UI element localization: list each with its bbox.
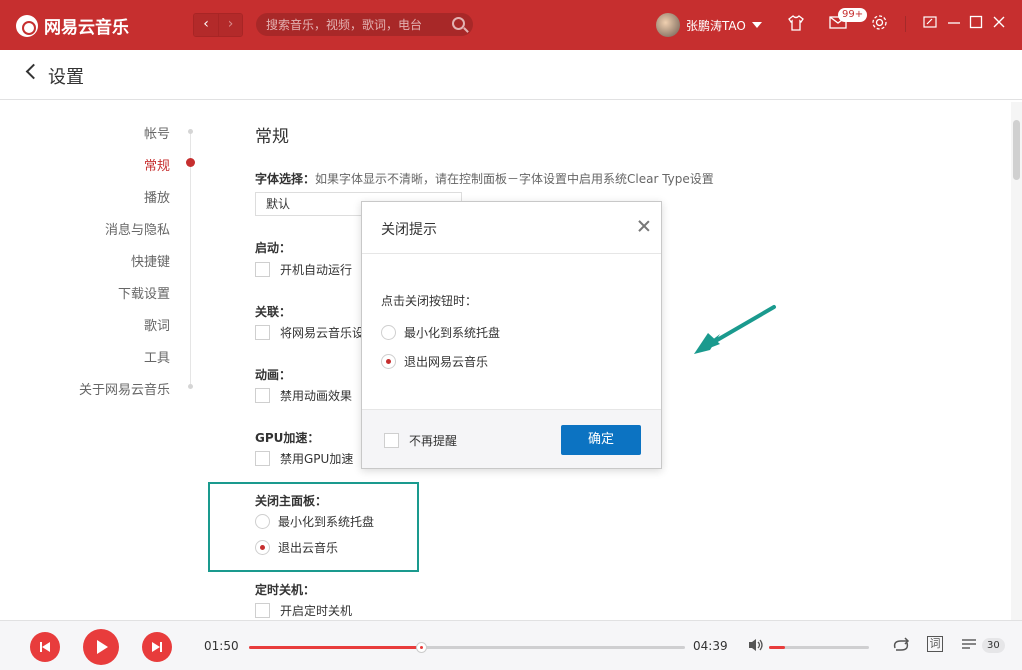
progress-fill bbox=[249, 646, 422, 649]
nav-item-general[interactable]: 常规 bbox=[144, 155, 170, 174]
play-icon bbox=[97, 640, 108, 654]
radio-button[interactable] bbox=[381, 325, 396, 340]
font-label: 字体选择：如果字体显示不清晰，请在控制面板－字体设置中启用系统Clear Typ… bbox=[255, 172, 714, 186]
app-name: 网易云音乐 bbox=[44, 18, 129, 38]
titlebar-divider bbox=[905, 16, 906, 32]
radio-label: 退出网易云音乐 bbox=[404, 355, 489, 369]
dialog-minimize-radio[interactable]: 最小化到系统托盘 bbox=[381, 324, 500, 341]
gear-icon[interactable] bbox=[871, 14, 888, 35]
checkbox-label: 开机自动运行 bbox=[280, 263, 353, 277]
gpu-label: GPU加速： bbox=[255, 431, 320, 445]
volume-fill bbox=[769, 646, 785, 649]
back-arrow-icon[interactable] bbox=[25, 63, 42, 80]
checkbox-box[interactable] bbox=[255, 388, 270, 403]
annotation-arrow-icon bbox=[694, 305, 776, 354]
message-badge: 99+ bbox=[838, 8, 868, 22]
content-scrollbar[interactable] bbox=[1011, 102, 1022, 620]
playlist-icon[interactable] bbox=[960, 637, 980, 657]
loop-mode-icon[interactable] bbox=[891, 637, 911, 657]
animation-checkbox[interactable]: 禁用动画效果 bbox=[255, 387, 352, 404]
checkbox-label: 开启定时关机 bbox=[280, 604, 353, 618]
nav-dot-active bbox=[186, 158, 195, 167]
netease-logo-icon bbox=[16, 14, 38, 37]
playlist-count-badge: 30 bbox=[982, 638, 1005, 653]
search-box[interactable] bbox=[256, 13, 473, 36]
app-logo[interactable]: 网易云音乐 bbox=[16, 13, 129, 38]
nav-item-tools[interactable]: 工具 bbox=[144, 347, 170, 366]
association-label: 关联： bbox=[255, 305, 292, 319]
startup-checkbox[interactable]: 开机自动运行 bbox=[255, 261, 352, 278]
history-nav: ‹ › bbox=[193, 13, 243, 37]
title-bar: 网易云音乐 ‹ › 张鹏涛TAO 99+ bbox=[0, 0, 1022, 50]
lyrics-toggle-icon[interactable]: 词 bbox=[927, 636, 943, 652]
nav-item-download[interactable]: 下载设置 bbox=[118, 283, 170, 302]
nav-dot bbox=[188, 384, 193, 389]
forward-button[interactable]: › bbox=[218, 14, 242, 36]
nav-item-account[interactable]: 帐号 bbox=[144, 123, 170, 142]
close-window-icon[interactable] bbox=[991, 14, 1007, 34]
previous-track-button[interactable] bbox=[30, 632, 60, 662]
volume-slider[interactable] bbox=[769, 646, 869, 649]
nav-dot bbox=[188, 129, 193, 134]
next-icon bbox=[152, 642, 162, 652]
chevron-down-icon[interactable] bbox=[752, 22, 762, 28]
minimize-icon[interactable] bbox=[946, 14, 962, 34]
checkbox-box[interactable] bbox=[384, 433, 399, 448]
play-button[interactable] bbox=[83, 629, 119, 665]
ok-button[interactable]: 确定 bbox=[561, 425, 641, 455]
checkbox-label: 将网易云音乐设 bbox=[280, 326, 365, 340]
font-description: 如果字体显示不清晰，请在控制面板－字体设置中启用系统Clear Type设置 bbox=[315, 172, 714, 186]
nav-item-playback[interactable]: 播放 bbox=[144, 187, 170, 206]
checkbox-box[interactable] bbox=[255, 451, 270, 466]
nav-item-shortcuts[interactable]: 快捷键 bbox=[131, 251, 170, 270]
dialog-header: 关闭提示 bbox=[362, 202, 661, 254]
previous-icon bbox=[40, 642, 50, 652]
close-icon[interactable] bbox=[638, 220, 650, 232]
scrollbar-thumb[interactable] bbox=[1013, 120, 1020, 180]
search-icon[interactable] bbox=[452, 17, 465, 30]
dialog-exit-radio[interactable]: 退出网易云音乐 bbox=[381, 353, 488, 370]
timer-label: 定时关机： bbox=[255, 583, 316, 597]
dont-remind-checkbox[interactable]: 不再提醒 bbox=[384, 432, 457, 449]
page-title: 设置 bbox=[48, 67, 84, 88]
checkbox-label: 禁用GPU加速 bbox=[280, 452, 354, 466]
search-input[interactable] bbox=[266, 15, 446, 34]
nav-item-lyrics[interactable]: 歌词 bbox=[144, 315, 170, 334]
section-title: 常规 bbox=[255, 127, 289, 147]
dialog-footer: 不再提醒 确定 bbox=[362, 409, 661, 468]
close-prompt-dialog: 关闭提示 点击关闭按钮时： 最小化到系统托盘 退出网易云音乐 不再提醒 确定 bbox=[361, 201, 662, 469]
radio-label: 最小化到系统托盘 bbox=[404, 326, 501, 340]
checkbox-label: 禁用动画效果 bbox=[280, 389, 353, 403]
startup-label: 启动： bbox=[255, 241, 292, 255]
skin-shirt-icon[interactable] bbox=[787, 14, 805, 36]
progress-knob[interactable] bbox=[416, 642, 428, 653]
total-time: 04:39 bbox=[693, 639, 728, 653]
gpu-checkbox[interactable]: 禁用GPU加速 bbox=[255, 450, 353, 467]
timer-checkbox[interactable]: 开启定时关机 bbox=[255, 602, 352, 619]
radio-button-selected[interactable] bbox=[381, 354, 396, 369]
settings-header: 设置 bbox=[0, 50, 1022, 100]
checkbox-box[interactable] bbox=[255, 325, 270, 340]
back-button[interactable]: ‹ bbox=[194, 14, 218, 36]
dialog-title: 关闭提示 bbox=[381, 222, 437, 238]
next-track-button[interactable] bbox=[142, 632, 172, 662]
association-checkbox[interactable]: 将网易云音乐设 bbox=[255, 324, 364, 341]
highlight-box bbox=[208, 482, 419, 572]
avatar[interactable] bbox=[656, 13, 680, 37]
player-bar: 01:50 04:39 词 30 bbox=[0, 620, 1022, 670]
nav-timeline bbox=[190, 130, 191, 388]
checkbox-label: 不再提醒 bbox=[409, 434, 458, 448]
mini-mode-icon[interactable] bbox=[922, 14, 938, 34]
nav-item-about[interactable]: 关于网易云音乐 bbox=[79, 379, 170, 398]
nav-item-privacy[interactable]: 消息与隐私 bbox=[105, 219, 170, 238]
dialog-prompt: 点击关闭按钮时： bbox=[381, 294, 478, 308]
maximize-icon[interactable] bbox=[968, 14, 984, 34]
volume-icon[interactable] bbox=[747, 637, 765, 657]
checkbox-box[interactable] bbox=[255, 603, 270, 618]
progress-bar[interactable] bbox=[249, 642, 685, 653]
current-time: 01:50 bbox=[204, 639, 239, 653]
username[interactable]: 张鹏涛TAO bbox=[686, 17, 746, 34]
animation-label: 动画： bbox=[255, 368, 292, 382]
checkbox-box[interactable] bbox=[255, 262, 270, 277]
